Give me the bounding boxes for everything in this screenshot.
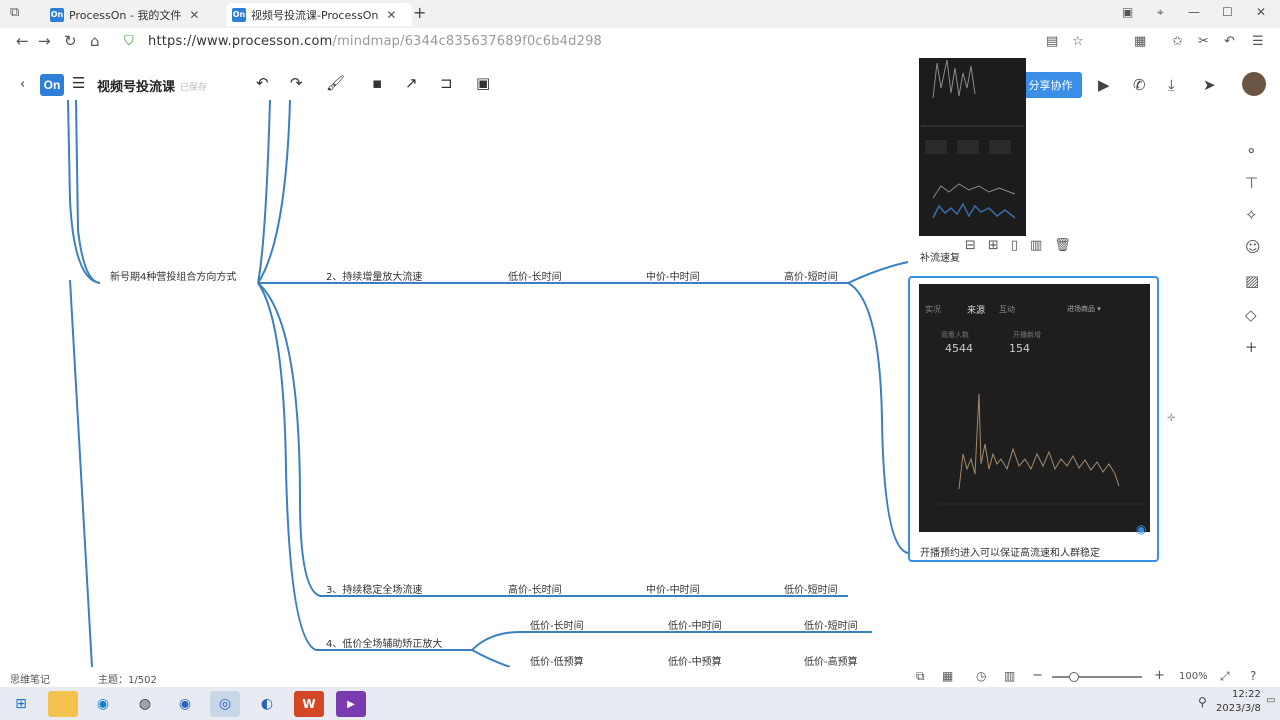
topic-leaf[interactable]: 低价-长时间 — [508, 268, 562, 283]
screenshot-metric-label: 观看人数 — [941, 331, 969, 339]
outline-icon[interactable]: ▦ — [942, 669, 953, 683]
help-icon[interactable]: ? — [1250, 669, 1256, 683]
delete-icon[interactable]: 🗑 — [1054, 238, 1071, 260]
zoom-out-icon[interactable]: − — [1032, 668, 1043, 683]
topic-leaf[interactable]: 高价-长时间 — [508, 581, 562, 596]
cursor-icon: ◉ — [1136, 522, 1147, 536]
topic-leaf[interactable]: 低价-长时间 — [530, 617, 584, 632]
topic-leaf[interactable]: 低价-中预算 — [668, 653, 722, 668]
topic-leaf[interactable]: 低价-高预算 — [804, 653, 858, 668]
clock-date: 2023/3/8 — [1216, 703, 1261, 714]
analytics-chart-image — [921, 59, 1024, 219]
app-icon[interactable]: ◍ — [130, 691, 160, 717]
topic-leaf[interactable]: 中价-中时间 — [646, 581, 700, 596]
connector-line — [471, 649, 511, 668]
zoom-level: 100% — [1179, 671, 1208, 682]
align-top-icon[interactable]: ⊟ — [965, 238, 976, 260]
topic-leaf[interactable]: 低价-短时间 — [804, 617, 858, 632]
topic-branch-2[interactable]: 2、持续增量放大流速 — [326, 268, 422, 283]
resize-handle-icon[interactable]: ✛ — [1167, 413, 1175, 424]
topic-count: 主题：1/502 — [98, 675, 157, 686]
screenshot-tab: 互动 — [999, 305, 1015, 314]
chat-icon[interactable]: ◐ — [252, 691, 282, 717]
screenshot-metric-label: 开播新增 — [1013, 331, 1041, 339]
screenshot-metric-value: 154 — [1009, 342, 1030, 355]
screenshot-metric-value: 4544 — [945, 342, 973, 355]
status-bar: 思维笔记 主题：1/502 ⧉ ▦ ◷ ▥ − + 100% ⤢ ? — [0, 667, 1280, 687]
screenshot-tab: 实况 — [925, 305, 941, 314]
history-icon[interactable]: ◷ — [976, 669, 986, 683]
video-editor-icon[interactable]: ▶ — [336, 691, 366, 717]
align-middle-icon[interactable]: ⊞ — [988, 238, 999, 260]
screenshot-filter: 进场商品 ▾ — [1067, 305, 1101, 313]
windows-start-icon[interactable]: ⊞ — [6, 691, 36, 717]
file-explorer-icon[interactable] — [48, 691, 78, 717]
network-icon[interactable]: ⚲ — [1198, 695, 1207, 709]
clock-time: 12:22 — [1232, 689, 1261, 700]
align-left-icon[interactable]: ▯ — [1011, 238, 1018, 260]
taskbar: ⊞ ◉ ◍ ◉ ◎ ◐ W ▶ ⚲ 12:22 2023/3/8 ▭ — [0, 687, 1280, 720]
embedded-screenshot-image[interactable]: 实况 来源 互动 进场商品 ▾ 观看人数 4544 开播新增 154 — [919, 284, 1150, 532]
zoom-slider[interactable] — [1052, 676, 1142, 678]
connector-line — [847, 261, 909, 284]
connector-line — [847, 282, 909, 554]
connector-line — [257, 99, 271, 284]
browser-icon[interactable]: ◉ — [170, 691, 200, 717]
notification-icon[interactable]: ▭ — [1266, 695, 1275, 706]
image-caption[interactable]: 开播预约进入可以保证高流速和人群稳定 — [920, 544, 1100, 559]
connector-line — [257, 282, 848, 597]
topic-leaf[interactable]: 补流速复 — [920, 249, 960, 264]
topic-leaf[interactable]: 高价-短时间 — [784, 268, 838, 283]
fit-icon[interactable]: ⧉ — [916, 669, 925, 684]
topic-branch-4[interactable]: 4、低价全场辅助矫正放大 — [326, 635, 442, 650]
node-toolbar: ⊟ ⊞ ▯ ▥ 🗑 — [965, 238, 1071, 260]
topic-leaf[interactable]: 低价-低预算 — [530, 653, 584, 668]
connector-line — [471, 631, 872, 651]
topic-leaf[interactable]: 低价-中时间 — [668, 617, 722, 632]
connector-line — [75, 99, 101, 284]
processon-app-icon[interactable]: ◎ — [210, 691, 240, 717]
edge-icon[interactable]: ◉ — [88, 691, 118, 717]
topic-leaf[interactable]: 低价-短时间 — [784, 581, 838, 596]
connector-line — [69, 279, 93, 668]
embedded-screenshot-image[interactable] — [919, 58, 1026, 236]
zoom-slider-handle[interactable] — [1069, 672, 1079, 682]
screenshot-tab: 来源 — [967, 306, 986, 316]
connector-line — [67, 99, 101, 284]
connector-line — [257, 99, 291, 284]
topic-main[interactable]: 新号期4种营投组合方向方式 — [110, 268, 236, 283]
screenshot-line-chart — [939, 393, 1144, 505]
topic-leaf[interactable]: 中价-中时间 — [646, 268, 700, 283]
book-icon[interactable]: ▥ — [1004, 669, 1015, 683]
zoom-in-icon[interactable]: + — [1154, 668, 1165, 683]
wps-icon[interactable]: W — [294, 691, 324, 717]
align-right-icon[interactable]: ▥ — [1030, 238, 1042, 260]
topic-branch-3[interactable]: 3、持续稳定全场流速 — [326, 581, 422, 596]
fullscreen-icon[interactable]: ⤢ — [1220, 669, 1230, 684]
notes-link[interactable]: 思维笔记 — [10, 671, 50, 686]
